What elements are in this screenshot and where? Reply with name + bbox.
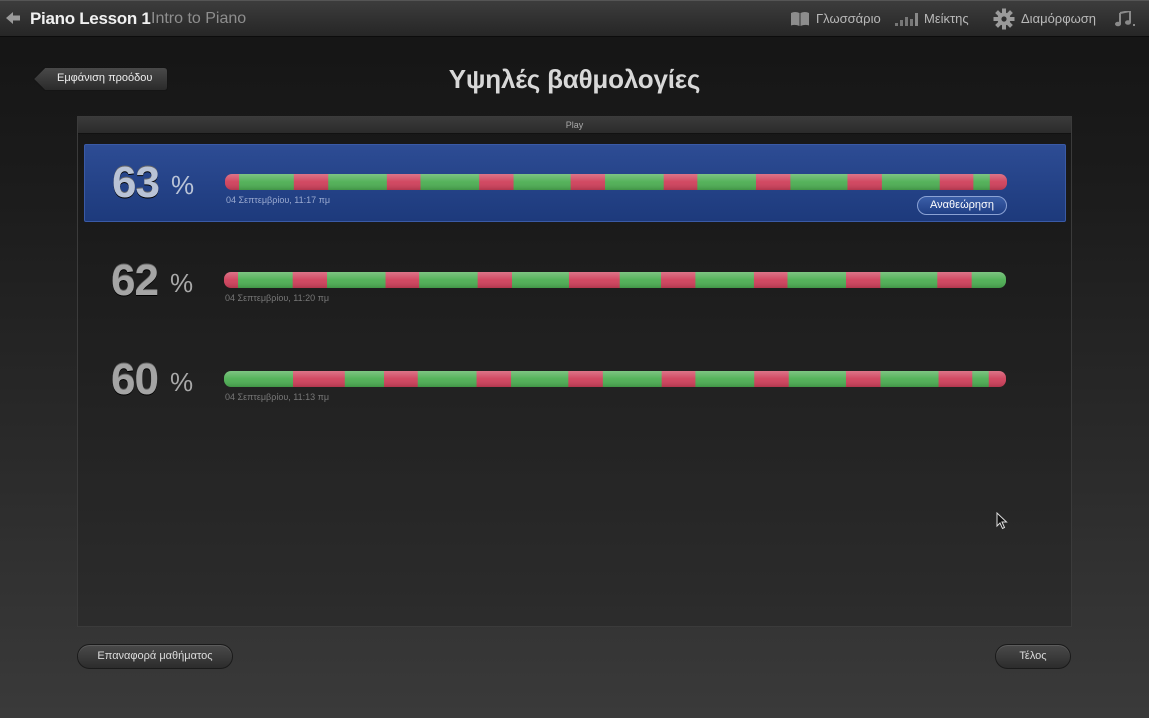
glossary-button[interactable]: Γλωσσάριο — [790, 0, 881, 37]
mixer-button[interactable]: Μείκτης — [894, 0, 969, 37]
score-date: 04 Σεπτεμβρίου, 11:13 πμ — [225, 392, 330, 402]
settings-button[interactable]: Διαμόρφωση — [993, 0, 1096, 37]
score-percent: 63 — [112, 158, 160, 207]
performance-bar — [225, 174, 1007, 190]
score-percent: 62 — [111, 256, 159, 305]
score-row[interactable]: 63 % 04 Σεπτεμβρίου, 11:17 πμ Αναθεώρηση — [84, 144, 1066, 222]
performance-bar — [224, 371, 1006, 387]
music-note-icon — [1115, 10, 1135, 26]
percent-sign: % — [170, 367, 194, 397]
performance-bar — [224, 272, 1006, 288]
mixer-icon — [895, 12, 918, 26]
panel-tab-play: Play — [78, 117, 1071, 134]
score-row[interactable]: 60 % 04 Σεπτεμβρίου, 11:13 πμ — [84, 342, 1066, 420]
lesson-subtitle: Intro to Piano — [151, 10, 247, 27]
score-date: 04 Σεπτεμβρίου, 11:20 πμ — [225, 293, 330, 303]
percent-sign: % — [171, 170, 195, 200]
reset-lesson-button[interactable]: Επαναφορά μαθήματος — [77, 644, 233, 669]
score-date: 04 Σεπτεμβρίου, 11:17 πμ — [226, 195, 331, 205]
done-button[interactable]: Τέλος — [995, 644, 1071, 669]
top-toolbar: Piano Lesson 1 Intro to Piano Γλωσσάριο … — [0, 0, 1149, 37]
book-icon — [791, 11, 809, 26]
score-row[interactable]: 62 % 04 Σεπτεμβρίου, 11:20 πμ — [84, 243, 1066, 321]
mouse-cursor-icon — [996, 512, 1008, 530]
page-title: Υψηλές βαθμολογίες — [448, 64, 701, 94]
high-scores-panel: Play 63 % 04 Σεπτεμβρίου, 11:17 πμ Αναθε… — [77, 116, 1072, 627]
score-percent: 60 — [111, 355, 159, 404]
mixer-label: Μείκτης — [924, 11, 969, 26]
music-menu-button[interactable] — [1115, 0, 1143, 37]
percent-sign: % — [170, 268, 194, 298]
gear-icon — [993, 8, 1015, 29]
review-button[interactable]: Αναθεώρηση — [917, 196, 1007, 215]
lesson-title: Piano Lesson 1 — [30, 9, 151, 28]
glossary-label: Γλωσσάριο — [816, 11, 881, 26]
settings-label: Διαμόρφωση — [1021, 11, 1097, 26]
back-arrow-icon[interactable] — [4, 9, 22, 27]
